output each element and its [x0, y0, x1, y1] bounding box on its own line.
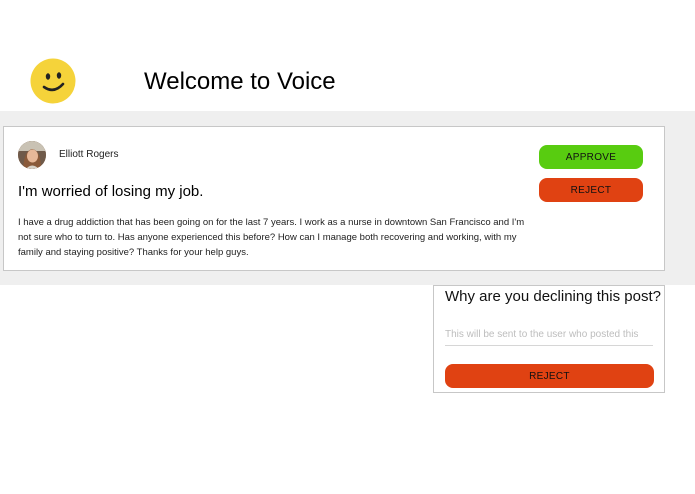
approve-button[interactable]: APPROVE	[539, 145, 643, 169]
confirm-reject-button[interactable]: REJECT	[445, 364, 654, 388]
post-body: I have a drug addiction that has been go…	[18, 217, 525, 258]
post-author-name: Elliott Rogers	[59, 149, 119, 160]
avatar[interactable]	[18, 141, 46, 169]
decline-reason-panel: Why are you declining this post? REJECT	[433, 285, 665, 393]
page-title: Welcome to Voice	[144, 68, 336, 95]
decline-panel-title: Why are you declining this post?	[445, 288, 661, 305]
smiley-face-icon	[30, 58, 76, 104]
user-avatar-photo	[18, 141, 46, 169]
reject-button[interactable]: REJECT	[539, 178, 643, 202]
decline-reason-input[interactable]	[445, 324, 653, 346]
post-title: I'm worried of losing my job.	[18, 183, 204, 200]
voice-moderation-page: Welcome to Voice Elliott Rogers I'm worr…	[0, 0, 695, 494]
post-card: Elliott Rogers I'm worried of losing my …	[3, 126, 665, 271]
